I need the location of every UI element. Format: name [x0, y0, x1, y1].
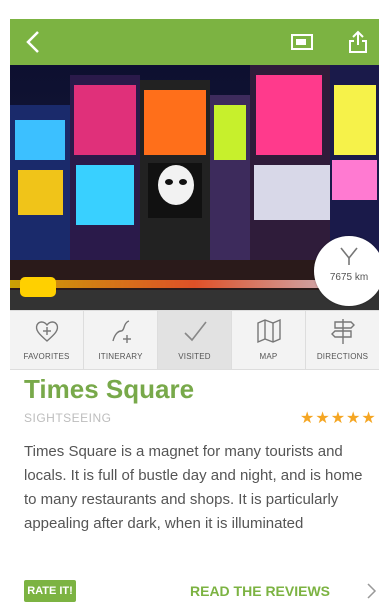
directions-button[interactable]: DIRECTIONS: [306, 311, 379, 369]
checkmark-icon: [183, 321, 207, 342]
map-icon: [256, 318, 281, 344]
chevron-right-icon[interactable]: [365, 582, 377, 600]
description-fade: [10, 545, 379, 580]
share-icon[interactable]: [346, 29, 370, 55]
top-app-bar: [10, 19, 379, 65]
directions-label: DIRECTIONS: [316, 352, 369, 361]
rate-it-button[interactable]: RATE IT!: [24, 580, 76, 602]
visited-label: VISITED: [178, 352, 211, 361]
distance-badge[interactable]: 7675 km: [314, 236, 379, 306]
cast-icon[interactable]: [290, 32, 314, 52]
heart-plus-icon: [35, 321, 58, 342]
map-label: MAP: [259, 352, 278, 361]
route-plus-icon: [111, 320, 131, 343]
visited-button[interactable]: VISITED: [158, 311, 232, 369]
place-title: Times Square: [24, 374, 195, 404]
place-detail-screen: 7675 km FAVORITES ITINERARY VISITED MAP …: [10, 0, 379, 605]
read-reviews-link[interactable]: READ THE REVIEWS: [190, 583, 330, 599]
place-category: SIGHTSEEING: [24, 411, 112, 425]
signpost-icon: [330, 319, 355, 344]
favorites-button[interactable]: FAVORITES: [10, 311, 84, 369]
map-button[interactable]: MAP: [232, 311, 306, 369]
compass-icon: [340, 247, 358, 265]
rating-stars: ★★★★★: [300, 410, 377, 427]
itinerary-label: ITINERARY: [98, 352, 143, 361]
favorites-label: FAVORITES: [23, 352, 70, 361]
chevron-left-icon[interactable]: [20, 27, 48, 57]
itinerary-button[interactable]: ITINERARY: [84, 311, 158, 369]
actions-bar: FAVORITES ITINERARY VISITED MAP DIRECTIO…: [10, 310, 379, 370]
distance-value: 7675 km: [329, 272, 369, 283]
